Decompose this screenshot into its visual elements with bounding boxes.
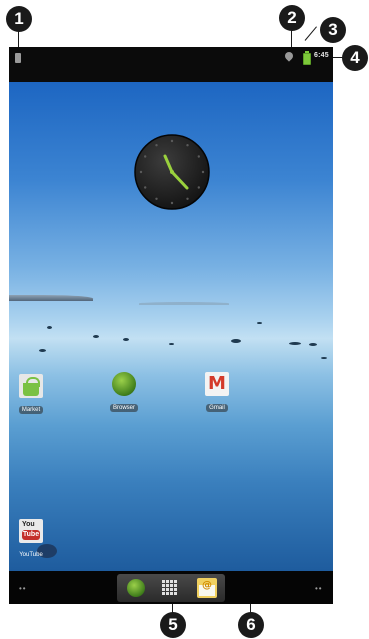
email-shortcut-icon[interactable] — [197, 578, 217, 598]
app-label: YouTube — [19, 552, 43, 558]
horizon-landmass — [9, 295, 93, 301]
app-label: Market — [18, 406, 44, 414]
gps-icon — [283, 50, 295, 62]
status-bar[interactable]: 6:45 — [9, 47, 333, 82]
browser-icon — [112, 372, 136, 396]
callout-1: 1 — [6, 6, 32, 32]
callout-4: 4 — [342, 45, 368, 71]
app-label: Gmail — [206, 404, 228, 412]
app-browser[interactable]: Browser — [104, 372, 144, 414]
callout-6: 6 — [238, 612, 264, 638]
app-launcher-icon[interactable] — [162, 580, 178, 596]
rock-island — [123, 338, 129, 341]
app-label: Browser — [109, 404, 138, 412]
distant-hills — [139, 302, 229, 305]
dock-tray — [117, 574, 225, 602]
rock-island — [47, 326, 52, 329]
app-youtube[interactable]: You Tube YouTube — [11, 519, 51, 561]
battery-icon — [303, 51, 311, 65]
callout-3: 3 — [320, 17, 346, 43]
callout-5: 5 — [160, 612, 186, 638]
page-indicator-right[interactable]: •• — [315, 584, 323, 593]
browser-shortcut-icon[interactable] — [127, 579, 145, 597]
analog-clock-widget[interactable] — [133, 133, 211, 211]
market-icon — [19, 374, 43, 398]
rock-island — [309, 343, 317, 346]
callout-2: 2 — [279, 5, 305, 31]
status-time: 6:45 — [314, 52, 329, 59]
rock-island — [257, 322, 262, 324]
app-gmail[interactable]: M Gmail — [197, 372, 237, 414]
youtube-icon: You Tube — [19, 519, 43, 543]
gmail-icon-letter: M — [208, 373, 226, 394]
page-indicator-left[interactable]: •• — [19, 584, 27, 593]
rock-island — [93, 335, 99, 338]
youtube-icon-tube: Tube — [22, 530, 40, 540]
rock-island — [169, 343, 174, 345]
app-market[interactable]: Market — [11, 374, 51, 416]
gmail-icon: M — [205, 372, 229, 396]
rock-island — [39, 349, 46, 352]
notification-icon[interactable] — [15, 53, 21, 63]
callout-3-leader — [304, 26, 317, 41]
dock-bar: •• •• — [9, 571, 333, 604]
rock-island — [289, 342, 301, 345]
rock-island — [231, 339, 241, 343]
device-screen: 6:45 Market Browser M Gmail You Tube You… — [9, 47, 333, 604]
rock-island — [321, 357, 327, 359]
youtube-icon-you: You — [22, 521, 35, 528]
clock-face-icon — [134, 134, 210, 210]
